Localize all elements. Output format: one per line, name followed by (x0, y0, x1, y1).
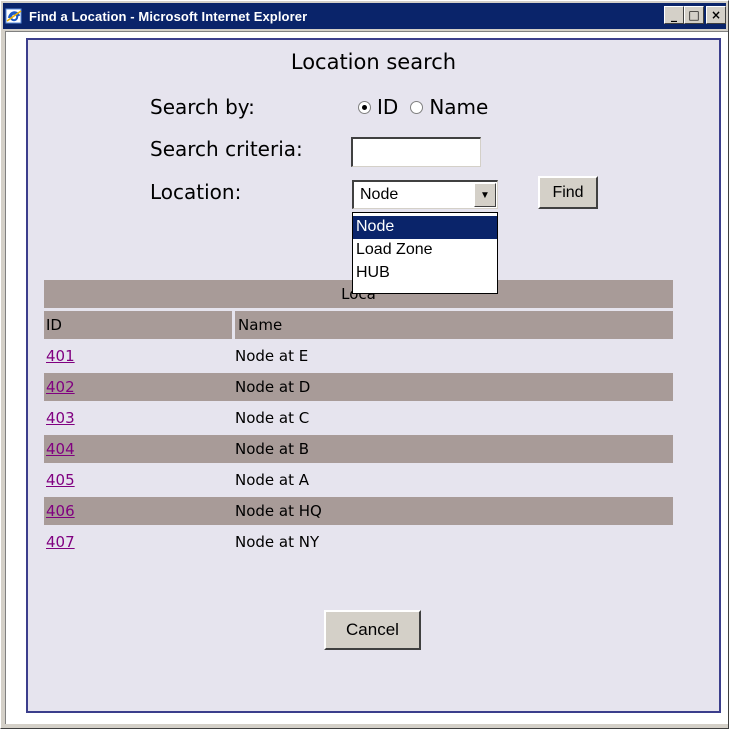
location-name: Node at D (235, 378, 311, 396)
location-id-link[interactable]: 407 (46, 533, 75, 551)
table-row: 407 Node at NY (44, 528, 673, 556)
window-title: Find a Location - Microsoft Internet Exp… (29, 8, 308, 24)
radio-name-label: Name (429, 95, 489, 119)
search-criteria-label: Search criteria: (150, 137, 303, 161)
column-header-name: Name (235, 311, 673, 339)
page-title: Location search (290, 50, 457, 74)
browser-window: Find a Location - Microsoft Internet Exp… (0, 0, 729, 729)
location-name: Node at B (235, 440, 310, 458)
location-name: Node at HQ (235, 502, 322, 520)
location-dropdown-list: Node Load Zone HUB (352, 212, 498, 294)
location-name: Node at C (235, 409, 310, 427)
location-select[interactable]: Node ▼ (352, 180, 498, 209)
search-by-label: Search by: (150, 95, 255, 119)
location-id-link[interactable]: 403 (46, 409, 75, 427)
location-name: Node at NY (235, 533, 320, 551)
results-table: Loca ID Name 401 Node at E 402 Node at D… (44, 280, 673, 559)
location-id-link[interactable]: 406 (46, 502, 75, 520)
close-button[interactable]: × (706, 6, 726, 24)
search-by-radio-group: ID Name (358, 95, 500, 119)
dropdown-option-hub[interactable]: HUB (353, 262, 497, 285)
dropdown-option-load-zone[interactable]: Load Zone (353, 239, 497, 262)
close-icon: × (710, 8, 722, 22)
minimize-icon: _ (671, 8, 677, 22)
table-row: 404 Node at B (44, 435, 673, 463)
table-row: 406 Node at HQ (44, 497, 673, 525)
location-id-link[interactable]: 404 (46, 440, 75, 458)
maximize-icon: □ (688, 8, 700, 22)
window-controls: _ □ × (664, 6, 726, 24)
radio-id[interactable] (358, 100, 371, 114)
location-select-value: Node (360, 186, 399, 203)
title-bar[interactable]: Find a Location - Microsoft Internet Exp… (3, 3, 726, 29)
find-button[interactable]: Find (538, 176, 598, 209)
minimize-button[interactable]: _ (664, 6, 684, 24)
cancel-button[interactable]: Cancel (324, 610, 421, 650)
internet-explorer-icon (5, 7, 23, 25)
search-panel: Location search Search by: ID Name Searc… (26, 38, 721, 713)
location-id-link[interactable]: 402 (46, 378, 75, 396)
radio-name[interactable] (410, 100, 424, 114)
page-content: Location search Search by: ID Name Searc… (5, 31, 728, 724)
maximize-button[interactable]: □ (684, 6, 704, 24)
table-row: 405 Node at A (44, 466, 673, 494)
location-id-link[interactable]: 405 (46, 471, 75, 489)
column-header-id: ID (44, 311, 232, 339)
location-id-link[interactable]: 401 (46, 347, 75, 365)
location-name: Node at A (235, 471, 310, 489)
table-row: 402 Node at D (44, 373, 673, 401)
search-criteria-input[interactable] (351, 137, 481, 167)
table-header-row: ID Name (44, 311, 673, 339)
location-name: Node at E (235, 347, 309, 365)
table-row: 403 Node at C (44, 404, 673, 432)
dropdown-option-node[interactable]: Node (353, 216, 497, 239)
dropdown-arrow-icon[interactable]: ▼ (474, 183, 496, 207)
location-label: Location: (150, 180, 242, 204)
table-row: 401 Node at E (44, 342, 673, 370)
radio-id-label: ID (377, 95, 399, 119)
